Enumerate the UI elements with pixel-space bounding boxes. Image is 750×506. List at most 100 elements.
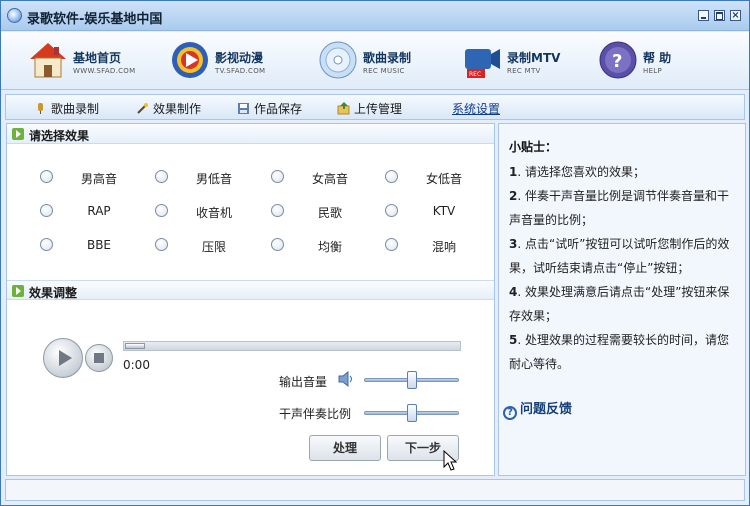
playback-progress[interactable] — [123, 341, 461, 351]
toolbar-home-label: 基地首页 — [73, 51, 122, 65]
output-volume-slider[interactable] — [364, 371, 459, 389]
cd-disc-icon — [319, 41, 357, 79]
effect-label-5: 收音机 — [195, 206, 232, 220]
tip-item-5: 5. 处理效果的过程需要较长的时间，请您耐心等待。 — [509, 328, 739, 376]
microphone-icon — [38, 103, 43, 114]
tip-text: . 点击“试听”按钮可以试听您制作后的效果，试听结束请点击“停止”按钮； — [509, 237, 730, 275]
adjust-section-header: 效果调整 — [7, 280, 494, 300]
radio-effect-2[interactable] — [271, 170, 284, 183]
effects-section-title: 请选择效果 — [29, 129, 90, 143]
toolbar-rec-music-label: 歌曲录制 — [363, 51, 412, 65]
output-volume-label: 输出音量 — [279, 375, 328, 389]
upload-folder-icon — [337, 102, 350, 115]
toolbar-tv-label: 影视动漫 — [215, 51, 264, 65]
tip-text: . 请选择您喜欢的效果； — [517, 165, 645, 179]
feedback-label: 问题反馈 — [520, 402, 573, 417]
stop-button[interactable] — [85, 344, 113, 372]
process-button[interactable]: 处理 — [309, 435, 381, 461]
radio-effect-11[interactable] — [385, 238, 398, 251]
adjust-section-title: 效果调整 — [29, 286, 78, 300]
mouse-cursor-icon — [443, 450, 458, 471]
toolbar-rec-music[interactable]: 歌曲录制 REC MUSIC — [317, 36, 437, 86]
tab-effects-label: 效果制作 — [153, 102, 202, 116]
radio-effect-8[interactable] — [40, 238, 53, 251]
radio-effect-6[interactable] — [271, 204, 284, 217]
svg-text:REC: REC — [469, 71, 481, 78]
tab-settings[interactable]: 系统设置 — [452, 100, 500, 116]
maximize-button[interactable] — [714, 10, 725, 21]
radio-effect-7[interactable] — [385, 204, 398, 217]
radio-effect-5[interactable] — [155, 204, 168, 217]
question-icon: ? — [503, 406, 517, 420]
dry-ratio-knob[interactable] — [407, 404, 417, 422]
toolbar-tv-sub: TV.SFAD.COM — [215, 67, 266, 75]
help-icon: ? — [599, 41, 637, 79]
radio-effect-10[interactable] — [271, 238, 284, 251]
radio-effect-1[interactable] — [155, 170, 168, 183]
toolbar-help[interactable]: ? 帮 助 HELP — [597, 36, 707, 86]
toolbar-help-label: 帮 助 — [643, 51, 672, 65]
section-arrow-icon — [12, 128, 24, 140]
toolbar-home-sub: WWW.SFAD.COM — [73, 67, 136, 75]
tip-item-4: 4. 效果处理满意后请点击“处理”按钮来保存效果； — [509, 280, 739, 328]
effect-label-1: 男低音 — [195, 172, 232, 186]
app-icon — [7, 8, 22, 23]
floppy-disk-icon — [238, 103, 249, 114]
dry-ratio-label: 干声伴奏比例 — [279, 407, 352, 421]
radio-effect-0[interactable] — [40, 170, 53, 183]
close-button[interactable]: × — [730, 10, 741, 21]
section-arrow-icon — [12, 285, 24, 297]
tab-save-work-label: 作品保存 — [254, 102, 303, 116]
output-volume-knob[interactable] — [407, 371, 417, 389]
effect-label-0: 男高音 — [80, 172, 117, 186]
tip-text: . 效果处理满意后请点击“处理”按钮来保存效果； — [509, 285, 730, 323]
toolbar-rec-mtv[interactable]: REC 录制MTV REC MTV — [461, 36, 581, 86]
window-title: 录歌软件-娱乐基地中国 — [27, 12, 163, 27]
tab-effects[interactable]: 效果制作 — [136, 100, 201, 116]
house-icon — [30, 43, 66, 78]
effects-panel: 请选择效果 男高音 男低音 女高音 女低音 RAP 收音机 民歌 KTV BBE… — [6, 123, 495, 476]
tab-settings-label: 系统设置 — [452, 102, 501, 116]
effects-section-header: 请选择效果 — [7, 124, 494, 144]
radio-effect-4[interactable] — [40, 204, 53, 217]
effect-label-10: 均衡 — [317, 240, 342, 254]
tab-upload-label: 上传管理 — [354, 102, 403, 116]
title-bar[interactable]: 录歌软件-娱乐基地中国 × — [1, 1, 749, 31]
radio-effect-9[interactable] — [155, 238, 168, 251]
toolbar-help-sub: HELP — [643, 67, 663, 75]
toolbar-rec-mtv-label: 录制MTV — [507, 51, 561, 65]
tab-upload[interactable]: 上传管理 — [337, 100, 402, 116]
effect-label-6: 民歌 — [317, 206, 342, 220]
effect-label-4: RAP — [87, 204, 111, 218]
tip-item-1: 1. 请选择您喜欢的效果； — [509, 160, 739, 184]
radio-effect-3[interactable] — [385, 170, 398, 183]
tab-save-work[interactable]: 作品保存 — [237, 100, 302, 116]
effect-label-3: 女低音 — [425, 172, 462, 186]
toolbar-rec-music-sub: REC MUSIC — [363, 67, 405, 75]
dry-ratio-slider[interactable] — [364, 404, 459, 422]
playback-time: 0:00 — [123, 358, 150, 372]
tip-item-2: 2. 伴奏干声音量比例是调节伴奏音量和干声音量的比例； — [509, 184, 739, 232]
app-window: 录歌软件-娱乐基地中国 × 基地首页 WWW.SFAD.COM 影视动漫 TV.… — [0, 0, 750, 506]
minimize-button[interactable] — [698, 10, 709, 21]
effect-label-9: 压限 — [201, 240, 226, 254]
feedback-link[interactable]: ? 问题反馈 — [503, 398, 573, 420]
play-button[interactable] — [43, 338, 83, 378]
magic-wand-icon — [137, 103, 148, 114]
progress-thumb[interactable] — [125, 343, 145, 349]
camera-rec-icon: REC — [465, 49, 500, 78]
effect-label-7: KTV — [432, 204, 456, 218]
toolbar-home[interactable]: 基地首页 WWW.SFAD.COM — [27, 36, 157, 86]
effect-label-8: BBE — [86, 238, 112, 252]
tab-song-record-label: 歌曲录制 — [51, 102, 100, 116]
tab-song-record[interactable]: 歌曲录制 — [34, 100, 99, 116]
speaker-icon — [338, 371, 352, 387]
function-tabbar: 歌曲录制 效果制作 作品保存 上传管理 系统设置 — [5, 94, 745, 120]
tips-panel: 小贴士： 1. 请选择您喜欢的效果； 2. 伴奏干声音量比例是调节伴奏音量和干声… — [498, 123, 746, 476]
toolbar-tv[interactable]: 影视动漫 TV.SFAD.COM — [169, 36, 299, 86]
effect-label-2: 女高音 — [311, 172, 348, 186]
svg-text:?: ? — [612, 51, 622, 72]
tips-title: 小贴士： — [509, 140, 558, 154]
status-bar — [5, 479, 745, 501]
media-player-icon — [172, 42, 208, 78]
